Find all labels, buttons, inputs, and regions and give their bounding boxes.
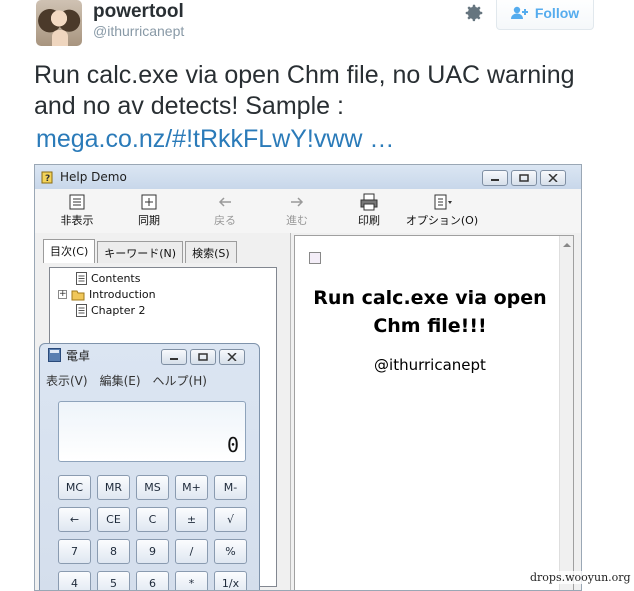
back-button[interactable]: 戻る — [195, 193, 255, 228]
help-book-icon: ? — [41, 171, 53, 184]
calc-key[interactable]: % — [214, 539, 247, 564]
back-arrow-icon — [218, 197, 231, 207]
document-icon — [76, 272, 87, 285]
calc-close-button[interactable] — [219, 349, 245, 365]
svg-text:?: ? — [45, 174, 50, 184]
calculator-controls — [161, 349, 245, 365]
calc-key[interactable]: M+ — [175, 475, 208, 500]
minimize-icon — [170, 358, 178, 360]
tree-item-chapter-2[interactable]: Chapter 2 — [76, 303, 145, 318]
calc-key[interactable]: 7 — [58, 539, 91, 564]
tree-item-introduction[interactable]: + Introduction — [58, 287, 156, 302]
maximize-icon — [519, 174, 529, 182]
content-scrollbar[interactable] — [559, 236, 573, 590]
calculator-icon — [48, 348, 61, 362]
document-icon — [76, 304, 87, 317]
calculator-window[interactable]: 電卓 表示(V) 編集(E) ヘルプ(H) 0 MC MR MS M+ M- ← CE C ± √… — [39, 343, 260, 590]
avatar-figure — [52, 30, 68, 46]
hide-button[interactable]: 非表示 — [47, 193, 107, 228]
sync-button[interactable]: 同期 — [119, 193, 179, 228]
watermark: drops.wooyun.org — [528, 571, 633, 584]
calc-maximize-button[interactable] — [190, 349, 216, 365]
calc-key[interactable]: M- — [214, 475, 247, 500]
nav-tabs: 目次(C) キーワード(N) 検索(S) — [43, 239, 239, 263]
forward-arrow-icon — [291, 197, 304, 207]
sync-label: 同期 — [138, 214, 160, 227]
maximize-icon — [198, 353, 208, 361]
options-icon — [434, 194, 452, 210]
calc-key[interactable]: 6 — [136, 571, 169, 590]
user-display-name[interactable]: powertool — [93, 1, 184, 23]
hide-label: 非表示 — [60, 214, 94, 227]
calc-key[interactable]: √ — [214, 507, 247, 532]
topic-title: Run calc.exe via open Chm file!!! — [313, 287, 547, 337]
tree-item-label: Chapter 2 — [91, 304, 146, 317]
close-icon — [548, 174, 558, 182]
tweet-text: Run calc.exe via open Chm file, no UAC w… — [34, 61, 575, 120]
options-label: オプション(O) — [405, 214, 479, 227]
minimize-button[interactable] — [482, 170, 508, 186]
calc-key[interactable]: ± — [175, 507, 208, 532]
menu-help[interactable]: ヘルプ(H) — [153, 372, 207, 389]
help-window-controls — [482, 170, 566, 186]
maximize-button[interactable] — [511, 170, 537, 186]
help-window-title: Help Demo — [60, 170, 127, 184]
tree-item-contents[interactable]: Contents — [76, 271, 140, 286]
topic-content-pane: Run calc.exe via open Chm file!!! @ithur… — [294, 235, 574, 590]
tree-item-label: Introduction — [89, 288, 156, 301]
calc-key[interactable]: 8 — [97, 539, 130, 564]
forward-label: 進む — [286, 214, 308, 227]
gear-icon[interactable] — [463, 2, 485, 24]
follow-label: Follow — [534, 5, 580, 21]
calc-key[interactable]: 5 — [97, 571, 130, 590]
topic-handle: @ithurricanept — [374, 356, 486, 374]
calc-key[interactable]: MC — [58, 475, 91, 500]
calc-key[interactable]: 4 — [58, 571, 91, 590]
follow-button[interactable]: Follow — [496, 0, 594, 30]
calc-key[interactable]: C — [136, 507, 169, 532]
tab-contents[interactable]: 目次(C) — [43, 239, 96, 263]
back-label: 戻る — [214, 214, 236, 227]
tree-item-label: Contents — [91, 272, 141, 285]
menu-edit[interactable]: 編集(E) — [100, 372, 141, 389]
calc-key[interactable]: 9 — [136, 539, 169, 564]
calc-key[interactable]: 1/x — [214, 571, 247, 590]
menu-view[interactable]: 表示(V) — [46, 372, 88, 389]
close-button[interactable] — [540, 170, 566, 186]
user-avatar[interactable] — [36, 0, 82, 46]
attached-screenshot[interactable]: ? Help Demo 非表示 同期 戻る 進む 印刷 オプション(O) 目次(… — [34, 164, 582, 591]
scroll-up-icon — [563, 243, 571, 247]
calc-key[interactable]: * — [175, 571, 208, 590]
calculator-display: 0 — [58, 401, 246, 462]
print-label: 印刷 — [358, 214, 380, 227]
help-toolbar: 非表示 同期 戻る 進む 印刷 オプション(O) — [35, 189, 581, 233]
calc-key[interactable]: / — [175, 539, 208, 564]
embedded-object-icon[interactable] — [309, 252, 321, 264]
add-user-icon — [510, 6, 528, 19]
hide-pane-icon — [69, 194, 85, 210]
user-handle[interactable]: @ithurricanept — [93, 23, 184, 39]
calc-key[interactable]: ← — [58, 507, 91, 532]
print-button[interactable]: 印刷 — [339, 193, 399, 228]
options-button[interactable]: オプション(O) — [403, 193, 481, 228]
folder-icon — [71, 290, 85, 300]
calculator-menubar: 表示(V) 編集(E) ヘルプ(H) — [46, 372, 207, 389]
display-value: 0 — [226, 433, 239, 457]
calc-key[interactable]: CE — [97, 507, 130, 532]
calc-key[interactable]: MR — [97, 475, 130, 500]
sync-icon — [141, 194, 157, 210]
tweet-link[interactable]: mega.co.nz/#!tRkkFLwY!vww … — [36, 124, 394, 155]
calc-minimize-button[interactable] — [161, 349, 187, 365]
tab-search[interactable]: 検索(S) — [185, 241, 237, 263]
minimize-icon — [491, 179, 499, 181]
expand-icon[interactable]: + — [58, 290, 67, 299]
tab-keywords[interactable]: キーワード(N) — [97, 241, 184, 263]
calc-key[interactable]: MS — [136, 475, 169, 500]
printer-icon — [360, 193, 378, 211]
forward-button[interactable]: 進む — [267, 193, 327, 228]
close-icon — [227, 353, 237, 361]
calculator-title: 電卓 — [66, 348, 91, 363]
